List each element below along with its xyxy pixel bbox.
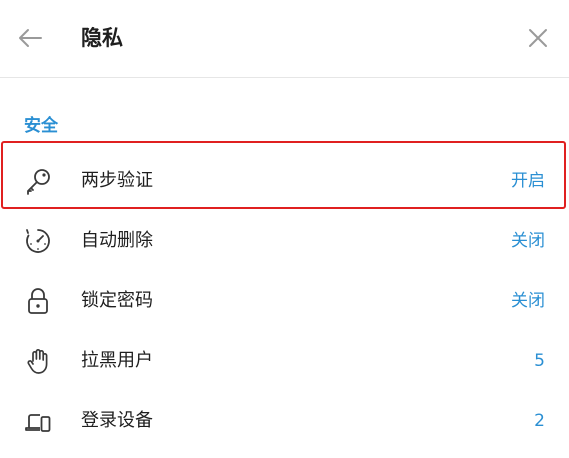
list-item-lock-password[interactable]: 锁定密码 关闭: [0, 271, 569, 331]
hand-icon: [22, 345, 54, 377]
list-item-value: 开启: [511, 171, 545, 191]
header-bar: 隐私: [0, 0, 569, 78]
list-item-label: 两步验证: [81, 170, 153, 191]
page-title: 隐私: [81, 26, 123, 50]
list-item-value: 2: [534, 411, 545, 431]
list-item-label: 锁定密码: [81, 290, 153, 311]
list-item-value: 5: [534, 351, 545, 371]
list-item-two-step-verification[interactable]: 两步验证 开启: [0, 151, 569, 211]
devices-icon: [22, 405, 54, 437]
list-item-label: 登录设备: [81, 410, 153, 431]
timer-icon: [22, 225, 54, 257]
close-button[interactable]: [521, 22, 555, 54]
list-item-label: 拉黑用户: [81, 350, 153, 371]
list-item-auto-delete[interactable]: 自动删除 关闭: [0, 211, 569, 271]
section-title-security: 安全: [24, 116, 58, 136]
close-icon: [528, 28, 548, 48]
lock-icon: [22, 285, 54, 317]
list-item-label: 自动删除: [81, 230, 153, 251]
back-button[interactable]: [12, 22, 48, 54]
list-item-value: 关闭: [511, 291, 545, 311]
list-item-value: 关闭: [511, 231, 545, 251]
list-item-blocked-users[interactable]: 拉黑用户 5: [0, 331, 569, 391]
list-item-login-devices[interactable]: 登录设备 2: [0, 391, 569, 451]
key-icon: [22, 165, 54, 197]
arrow-left-icon: [17, 27, 43, 49]
